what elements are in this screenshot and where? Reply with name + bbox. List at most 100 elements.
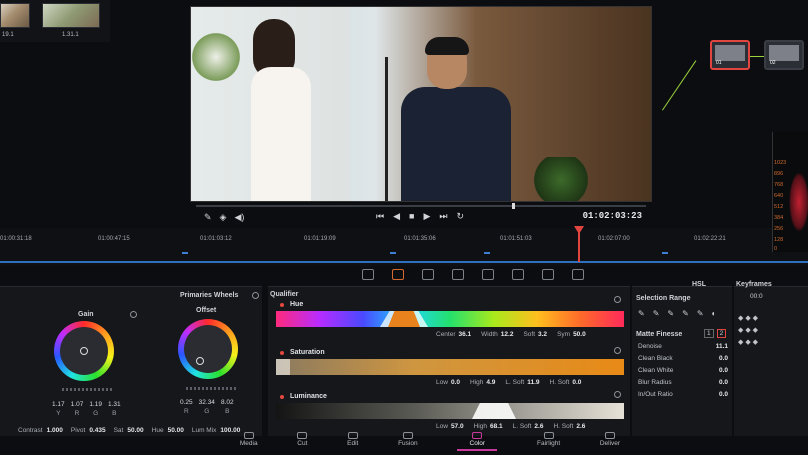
saturation-bar[interactable]: [276, 359, 624, 375]
gain-g-value[interactable]: 1.19: [89, 401, 102, 408]
hue-width-param[interactable]: Width 12.2: [481, 331, 517, 338]
clean-white-value[interactable]: 0.0: [719, 367, 728, 374]
tab-color[interactable]: Color: [457, 430, 497, 455]
luminance-lsoft-value[interactable]: 2.6: [534, 423, 543, 430]
gain-wheel-handle[interactable]: [80, 347, 88, 355]
hue-soft-value[interactable]: 3.2: [538, 331, 547, 338]
clean-white-row[interactable]: Clean White 0.0: [638, 367, 728, 374]
offset-wheel-handle[interactable]: [196, 357, 204, 365]
clip-thumbnail-1[interactable]: [0, 3, 30, 28]
hue-sym-value[interactable]: 50.0: [573, 331, 586, 338]
luminance-high-value[interactable]: 68.1: [490, 423, 503, 430]
video-viewer[interactable]: [190, 6, 652, 202]
mini-timeline[interactable]: 01:00:31:18 01:00:47:15 01:01:03:12 01:0…: [0, 226, 808, 266]
tab-deliver[interactable]: Deliver: [600, 430, 620, 455]
luminance-enable-dot[interactable]: [280, 395, 284, 399]
saturation-low-param[interactable]: Low 0.0: [436, 379, 464, 386]
luminance-high-param[interactable]: High 68.1: [474, 423, 507, 430]
play-icon[interactable]: ▶: [423, 211, 430, 222]
gain-b-value[interactable]: 1.31: [108, 401, 121, 408]
clean-black-row[interactable]: Clean Black 0.0: [638, 355, 728, 362]
keyframe-lock-icons[interactable]: ◆ ◆ ◆ ◆ ◆ ◆ ◆ ◆ ◆: [738, 313, 758, 349]
pivot-value[interactable]: 0.435: [89, 427, 105, 434]
saturation-range-handle[interactable]: [276, 359, 290, 375]
offset-wheel[interactable]: [178, 319, 238, 379]
speaker-icon[interactable]: ◀): [234, 212, 244, 223]
viewer-scrubber[interactable]: [196, 203, 646, 209]
hue-soft-param[interactable]: Soft 3.2: [523, 331, 551, 338]
saturation-lsoft-param[interactable]: L. Soft 11.9: [505, 379, 543, 386]
sizing-icon[interactable]: [542, 268, 554, 280]
hue-enable-dot[interactable]: [280, 303, 284, 307]
hue-reset-icon[interactable]: [614, 296, 621, 303]
saturation-high-param[interactable]: High 4.9: [470, 379, 499, 386]
picker-minus-icon[interactable]: ✎: [653, 309, 660, 318]
clean-black-value[interactable]: 0.0: [719, 355, 728, 362]
pick-tool-icon[interactable]: ✎: [204, 212, 212, 223]
offset-master-slider[interactable]: [186, 387, 236, 390]
node-02[interactable]: 02: [764, 40, 804, 70]
feather-minus-icon[interactable]: ✎: [682, 309, 689, 318]
stop-icon[interactable]: ■: [409, 211, 414, 222]
tab-edit[interactable]: Edit: [347, 430, 358, 455]
curves-icon[interactable]: [362, 268, 374, 280]
tab-cut[interactable]: Cut: [297, 430, 307, 455]
contrast-value[interactable]: 1.000: [47, 427, 63, 434]
hue-sym-param[interactable]: Sym 50.0: [557, 331, 590, 338]
sat-value[interactable]: 50.00: [127, 427, 143, 434]
luminance-low-param[interactable]: Low 57.0: [436, 423, 468, 430]
sat-param[interactable]: Sat 50.00: [114, 427, 144, 434]
blur-radius-value[interactable]: 0.0: [719, 379, 728, 386]
denoise-value[interactable]: 11.1: [716, 343, 728, 350]
clip-thumbnail-2[interactable]: [42, 3, 100, 28]
blur-radius-row[interactable]: Blur Radius 0.0: [638, 379, 728, 386]
hue-width-value[interactable]: 12.2: [501, 331, 514, 338]
in-out-ratio-row[interactable]: In/Out Ratio 0.0: [638, 391, 728, 398]
saturation-high-value[interactable]: 4.9: [486, 379, 495, 386]
layers-icon[interactable]: ◈: [220, 212, 227, 223]
denoise-row[interactable]: Denoise 11.1: [638, 343, 728, 350]
gain-y-value[interactable]: 1.17: [52, 401, 65, 408]
hue-value[interactable]: 50.00: [168, 427, 184, 434]
contrast-param[interactable]: Contrast 1.000: [18, 427, 63, 434]
tab-fusion[interactable]: Fusion: [398, 430, 418, 455]
luminance-hsoft-param[interactable]: H. Soft 2.6: [553, 423, 589, 430]
offset-g-value[interactable]: 32.34: [199, 399, 215, 406]
invert-icon[interactable]: ◐: [712, 309, 717, 318]
matte-tab-1[interactable]: 1: [704, 329, 714, 338]
hue-center-value[interactable]: 36.1: [459, 331, 472, 338]
feather-plus-icon[interactable]: ✎: [697, 309, 704, 318]
tracker-icon[interactable]: [452, 268, 464, 280]
loop-icon[interactable]: ↻: [457, 211, 465, 222]
luminance-hsoft-value[interactable]: 2.6: [576, 423, 585, 430]
qualifier-eyedropper-icon[interactable]: [392, 268, 404, 280]
hue-param[interactable]: Hue 50.00: [152, 427, 184, 434]
qualifier-mode-dropdown[interactable]: HSL: [692, 281, 706, 288]
tab-media[interactable]: Media: [240, 430, 258, 455]
luminance-bar[interactable]: [276, 403, 624, 419]
offset-b-value[interactable]: 8.02: [221, 399, 234, 406]
luminance-reset-icon[interactable]: [614, 391, 621, 398]
pivot-param[interactable]: Pivot 0.435: [71, 427, 106, 434]
node-01[interactable]: 01: [710, 40, 750, 70]
jump-start-icon[interactable]: ⏮: [376, 211, 384, 222]
node-graph[interactable]: 01 02: [652, 0, 808, 130]
saturation-low-value[interactable]: 0.0: [451, 379, 460, 386]
jump-end-icon[interactable]: ⏭: [439, 211, 447, 222]
saturation-hsoft-value[interactable]: 0.0: [572, 379, 581, 386]
tab-fairlight[interactable]: Fairlight: [537, 430, 560, 455]
picker-icon[interactable]: ✎: [638, 309, 645, 318]
blur-icon[interactable]: [482, 268, 494, 280]
saturation-hsoft-param[interactable]: H. Soft 0.0: [550, 379, 586, 386]
in-out-ratio-value[interactable]: 0.0: [719, 391, 728, 398]
key-icon[interactable]: [512, 268, 524, 280]
3d-icon[interactable]: [572, 268, 584, 280]
picker-plus-icon[interactable]: ✎: [667, 309, 674, 318]
window-icon[interactable]: [422, 268, 434, 280]
matte-tab-2[interactable]: 2: [716, 329, 727, 338]
saturation-lsoft-value[interactable]: 11.9: [527, 379, 539, 386]
luminance-low-value[interactable]: 57.0: [451, 423, 464, 430]
hue-center-param[interactable]: Center 36.1: [436, 331, 475, 338]
wheels-mode-dropdown[interactable]: Primaries Wheels: [180, 292, 238, 299]
saturation-enable-dot[interactable]: [280, 351, 284, 355]
